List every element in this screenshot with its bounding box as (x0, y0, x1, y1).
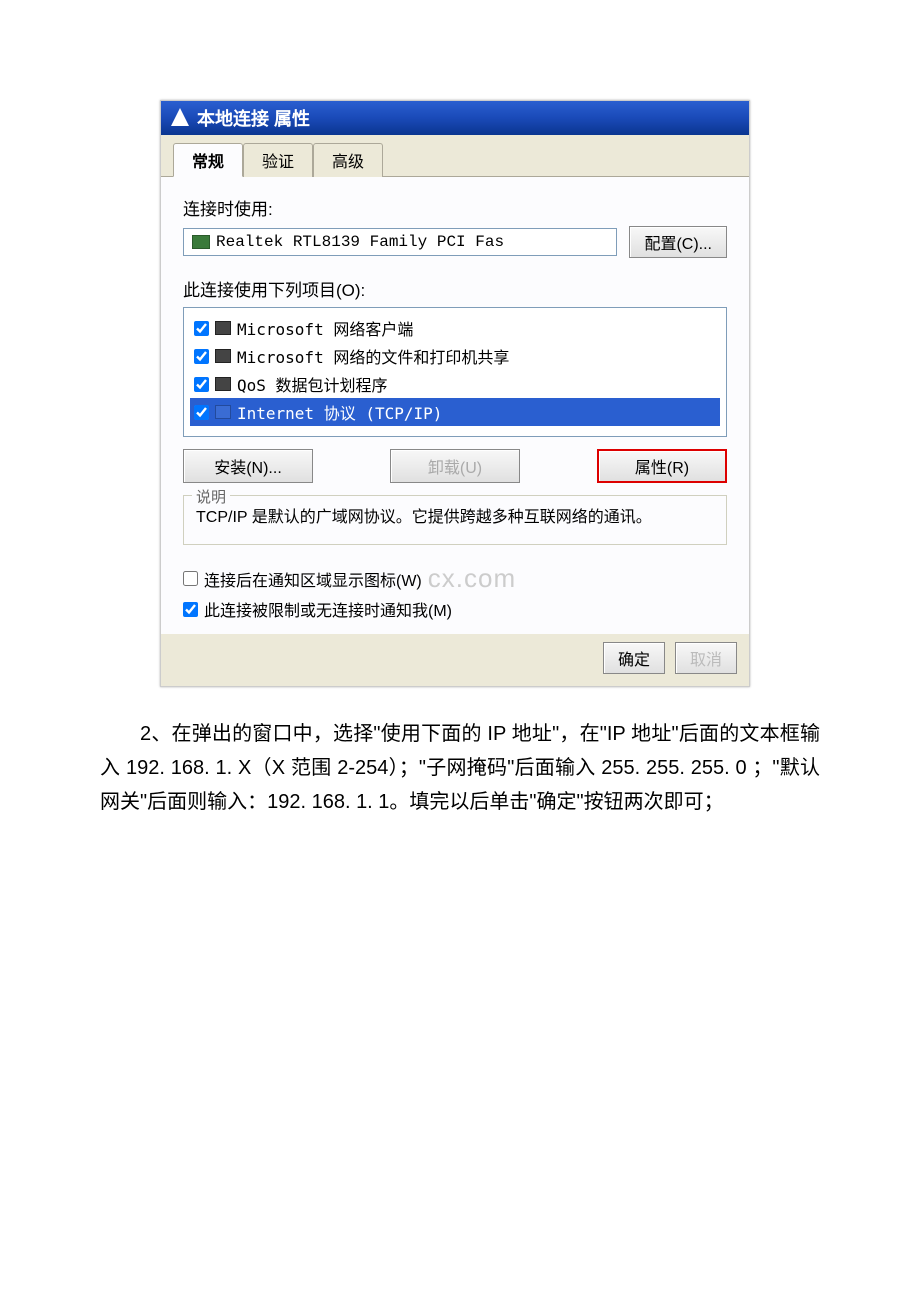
configure-button[interactable]: 配置(C)... (629, 226, 727, 258)
description-text: TCP/IP 是默认的广域网协议。它提供跨越多种互联网络的通讯。 (196, 506, 714, 530)
item-checkbox[interactable] (194, 321, 209, 336)
item-checkbox[interactable] (194, 377, 209, 392)
adapter-field: Realtek RTL8139 Family PCI Fas (183, 228, 617, 256)
list-item[interactable]: QoS 数据包计划程序 (194, 370, 716, 398)
show-icon-label: 连接后在通知区域显示图标(W) (204, 567, 422, 591)
item-label: Microsoft 网络的文件和打印机共享 (237, 344, 509, 368)
components-list[interactable]: Microsoft 网络客户端 Microsoft 网络的文件和打印机共享 Qo… (183, 307, 727, 437)
items-label: 此连接使用下列项目(O): (183, 276, 727, 301)
cancel-button[interactable]: 取消 (675, 642, 737, 674)
titlebar[interactable]: 本地连接 属性 (161, 101, 749, 135)
window-title: 本地连接 属性 (197, 105, 310, 131)
notify-checkbox[interactable] (183, 602, 198, 617)
network-icon (171, 108, 189, 126)
show-icon-checkbox[interactable] (183, 571, 198, 586)
notify-label: 此连接被限制或无连接时通知我(M) (204, 597, 452, 621)
tab-general[interactable]: 常规 (173, 143, 243, 177)
adapter-name: Realtek RTL8139 Family PCI Fas (216, 233, 504, 251)
service-icon (215, 349, 231, 363)
properties-button[interactable]: 属性(R) (597, 449, 727, 483)
tab-content: 连接时使用: Realtek RTL8139 Family PCI Fas 配置… (161, 177, 749, 634)
tabs: 常规 验证 高级 (161, 135, 749, 177)
connect-using-label: 连接时使用: (183, 195, 727, 220)
uninstall-button: 卸载(U) (390, 449, 520, 483)
list-item-selected[interactable]: Internet 协议 (TCP/IP) (190, 398, 720, 426)
item-label: QoS 数据包计划程序 (237, 372, 388, 396)
nic-icon (192, 235, 210, 249)
protocol-icon (215, 405, 231, 419)
watermark-text: cx.com (428, 563, 516, 594)
item-checkbox[interactable] (194, 405, 209, 420)
properties-dialog: 本地连接 属性 常规 验证 高级 连接时使用: Realtek RTL8139 … (160, 100, 750, 687)
item-label: Internet 协议 (TCP/IP) (237, 400, 442, 424)
group-title: 说明 (192, 486, 230, 507)
qos-icon (215, 377, 231, 391)
item-checkbox[interactable] (194, 349, 209, 364)
dialog-buttons: 确定 取消 (161, 634, 749, 686)
tab-auth[interactable]: 验证 (243, 143, 313, 177)
tab-advanced[interactable]: 高级 (313, 143, 383, 177)
install-button[interactable]: 安装(N)... (183, 449, 313, 483)
item-label: Microsoft 网络客户端 (237, 316, 413, 340)
ok-button[interactable]: 确定 (603, 642, 665, 674)
list-item[interactable]: Microsoft 网络的文件和打印机共享 (194, 342, 716, 370)
instruction-paragraph: 2、在弹出的窗口中，选择"使用下面的 IP 地址"，在"IP 地址"后面的文本框… (100, 717, 820, 819)
description-group: 说明 TCP/IP 是默认的广域网协议。它提供跨越多种互联网络的通讯。 (183, 495, 727, 545)
show-icon-row[interactable]: 连接后在通知区域显示图标(W) cx.com (183, 563, 727, 594)
notify-row[interactable]: 此连接被限制或无连接时通知我(M) (183, 597, 727, 621)
client-icon (215, 321, 231, 335)
list-item[interactable]: Microsoft 网络客户端 (194, 314, 716, 342)
